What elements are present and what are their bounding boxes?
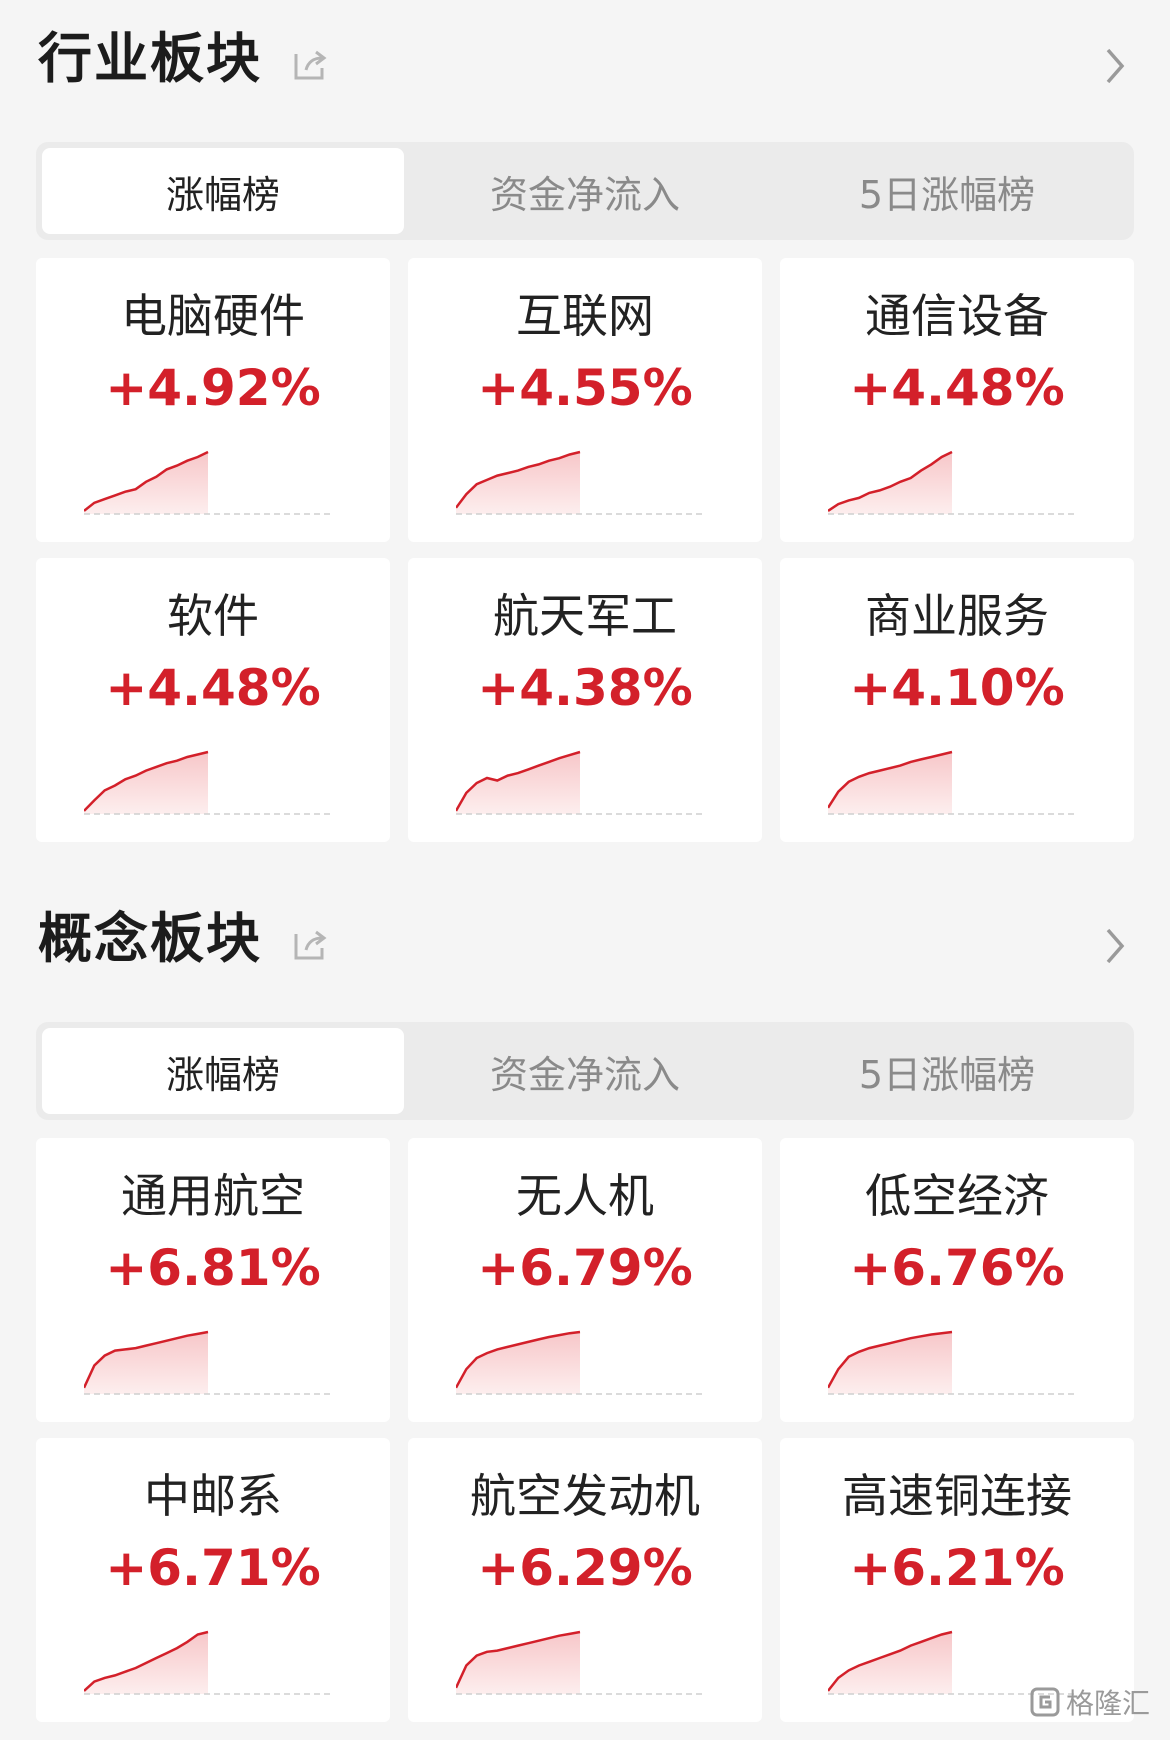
chevron-right-icon[interactable] — [1096, 924, 1132, 968]
tab-gain-rank[interactable]: 涨幅榜 — [42, 1028, 404, 1114]
sector-change: +4.48% — [849, 359, 1065, 417]
sector-name: 通用航空 — [121, 1169, 305, 1223]
sector-change: +4.48% — [105, 659, 321, 717]
sparkline-area — [828, 452, 952, 514]
sector-name: 商业服务 — [865, 589, 1049, 643]
sparkline-area — [84, 1332, 208, 1394]
tab-bar: 涨幅榜 资金净流入 5日涨幅榜 — [36, 142, 1134, 240]
sector-card[interactable]: 通用航空 +6.81% — [36, 1138, 390, 1422]
sector-name: 航天军工 — [493, 589, 677, 643]
sparkline-area — [828, 1332, 952, 1394]
sector-name: 电脑硬件 — [121, 289, 305, 343]
sparkline — [84, 1330, 334, 1395]
sector-card[interactable]: 互联网 +4.55% — [408, 258, 762, 542]
brand-logo-icon — [1030, 1687, 1060, 1717]
sparkline — [456, 450, 706, 515]
share-icon[interactable] — [290, 44, 330, 84]
sparkline — [828, 1330, 1078, 1395]
chevron-right-icon[interactable] — [1096, 44, 1132, 88]
sparkline — [828, 750, 1078, 815]
sector-name: 互联网 — [516, 289, 654, 343]
sparkline-area — [456, 452, 580, 514]
sector-card[interactable]: 航空发动机 +6.29% — [408, 1438, 762, 1722]
sector-name: 航空发动机 — [470, 1469, 700, 1523]
sector-change: +4.55% — [477, 359, 693, 417]
sector-change: +6.71% — [105, 1539, 321, 1597]
tab-5day-gain[interactable]: 5日涨幅榜 — [766, 148, 1128, 234]
sector-card[interactable]: 中邮系 +6.71% — [36, 1438, 390, 1722]
sector-name: 软件 — [167, 589, 259, 643]
sector-change: +6.79% — [477, 1239, 693, 1297]
tab-bar: 涨幅榜 资金净流入 5日涨幅榜 — [36, 1022, 1134, 1120]
sector-change: +6.21% — [849, 1539, 1065, 1597]
sector-change: +4.10% — [849, 659, 1065, 717]
sparkline — [456, 1630, 706, 1695]
sector-change: +6.76% — [849, 1239, 1065, 1297]
sector-change: +4.92% — [105, 359, 321, 417]
sparkline-area — [456, 1632, 580, 1694]
sector-name: 高速铜连接 — [842, 1469, 1072, 1523]
sector-change: +6.29% — [477, 1539, 693, 1597]
sector-name: 低空经济 — [865, 1169, 1049, 1223]
sparkline-area — [456, 1332, 580, 1394]
sector-card[interactable]: 航天军工 +4.38% — [408, 558, 762, 842]
sector-card[interactable]: 低空经济 +6.76% — [780, 1138, 1134, 1422]
section-header: 行业板块 — [0, 0, 1170, 120]
sparkline — [84, 1630, 334, 1695]
tab-net-inflow[interactable]: 资金净流入 — [404, 148, 766, 234]
share-icon[interactable] — [290, 924, 330, 964]
sector-card[interactable]: 通信设备 +4.48% — [780, 258, 1134, 542]
sparkline — [456, 1330, 706, 1395]
tab-net-inflow[interactable]: 资金净流入 — [404, 1028, 766, 1114]
tab-gain-rank[interactable]: 涨幅榜 — [42, 148, 404, 234]
sparkline-area — [456, 752, 580, 814]
sparkline — [828, 450, 1078, 515]
tab-5day-gain[interactable]: 5日涨幅榜 — [766, 1028, 1128, 1114]
sector-name: 无人机 — [516, 1169, 654, 1223]
watermark: 格隆汇 — [1030, 1682, 1150, 1722]
section-title: 行业板块 — [38, 27, 262, 90]
section-header: 概念板块 — [0, 880, 1170, 1000]
sector-name: 通信设备 — [865, 289, 1049, 343]
sector-card[interactable]: 商业服务 +4.10% — [780, 558, 1134, 842]
sector-change: +4.38% — [477, 659, 693, 717]
sector-card[interactable]: 高速铜连接 +6.21% — [780, 1438, 1134, 1722]
sector-name: 中邮系 — [144, 1469, 282, 1523]
sparkline-area — [84, 752, 208, 814]
sparkline-area — [828, 1632, 952, 1694]
sector-change: +6.81% — [105, 1239, 321, 1297]
sector-card[interactable]: 软件 +4.48% — [36, 558, 390, 842]
watermark-text: 格隆汇 — [1065, 1687, 1150, 1720]
sector-card[interactable]: 电脑硬件 +4.92% — [36, 258, 390, 542]
sector-card[interactable]: 无人机 +6.79% — [408, 1138, 762, 1422]
sparkline — [84, 450, 334, 515]
sparkline — [84, 750, 334, 815]
section-title: 概念板块 — [38, 907, 262, 970]
sparkline — [456, 750, 706, 815]
